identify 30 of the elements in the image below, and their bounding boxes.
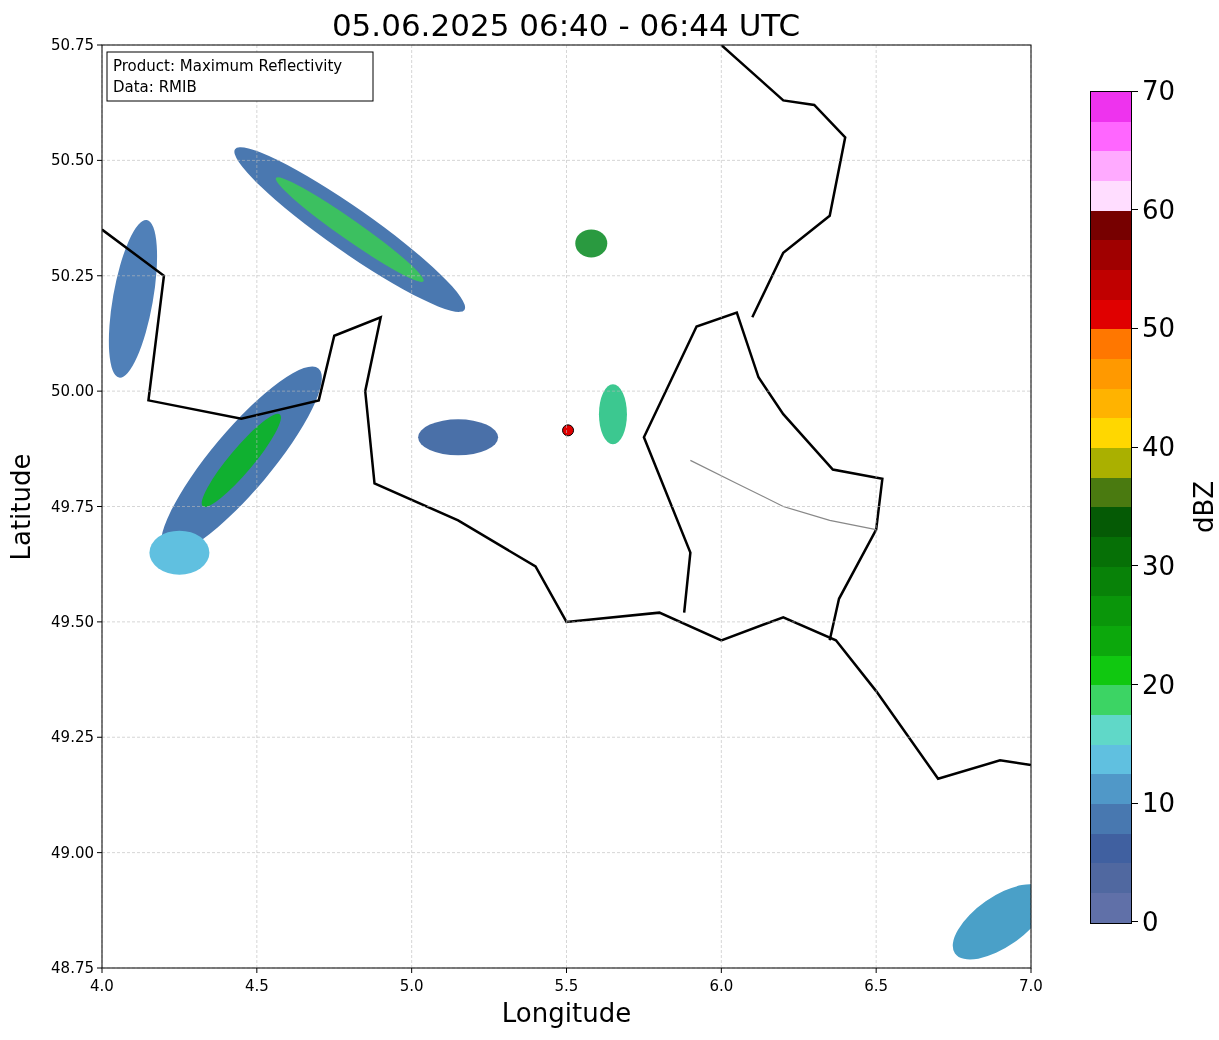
tick-label: 4.5 bbox=[244, 977, 269, 995]
tick-label: 50.25 bbox=[51, 266, 94, 285]
tick-label: 49.50 bbox=[51, 612, 94, 631]
tick-label: 50.75 bbox=[51, 36, 94, 54]
legend-text: Product: Maximum Reflectivity bbox=[113, 57, 343, 75]
tick-label: 50.50 bbox=[51, 151, 94, 170]
colorbar-label: dBZ bbox=[1189, 480, 1219, 533]
chart-title: 05.06.2025 06:40 - 06:44 UTC bbox=[330, 6, 802, 45]
legend-text: Data: RMIB bbox=[113, 78, 197, 96]
tick-label: 40 bbox=[1142, 432, 1176, 463]
tick-label: 5.0 bbox=[399, 977, 424, 995]
tick-label: 7.0 bbox=[1019, 977, 1043, 995]
tick-label: 5.5 bbox=[554, 977, 579, 995]
tick-label: 49.25 bbox=[51, 728, 94, 747]
tick-label: 4.0 bbox=[90, 977, 114, 995]
tick-label: 6.5 bbox=[864, 977, 889, 995]
tick-label: 20 bbox=[1142, 669, 1176, 700]
tick-label: 49.75 bbox=[51, 497, 94, 516]
tick-label: 50 bbox=[1142, 313, 1176, 344]
tick-label: 6.0 bbox=[709, 977, 734, 995]
tick-label: 70 bbox=[1142, 76, 1176, 106]
tick-label: 49.00 bbox=[51, 843, 94, 862]
tick-label: 0 bbox=[1142, 906, 1159, 937]
tick-label: 48.75 bbox=[51, 959, 94, 977]
tick-label: 10 bbox=[1142, 788, 1176, 819]
axis-label: Latitude bbox=[5, 453, 35, 560]
tick-label: 50.00 bbox=[51, 382, 94, 401]
tick-label: 30 bbox=[1142, 550, 1176, 581]
tick-label: 60 bbox=[1142, 194, 1176, 225]
axis-label: Longitude bbox=[500, 997, 633, 1030]
